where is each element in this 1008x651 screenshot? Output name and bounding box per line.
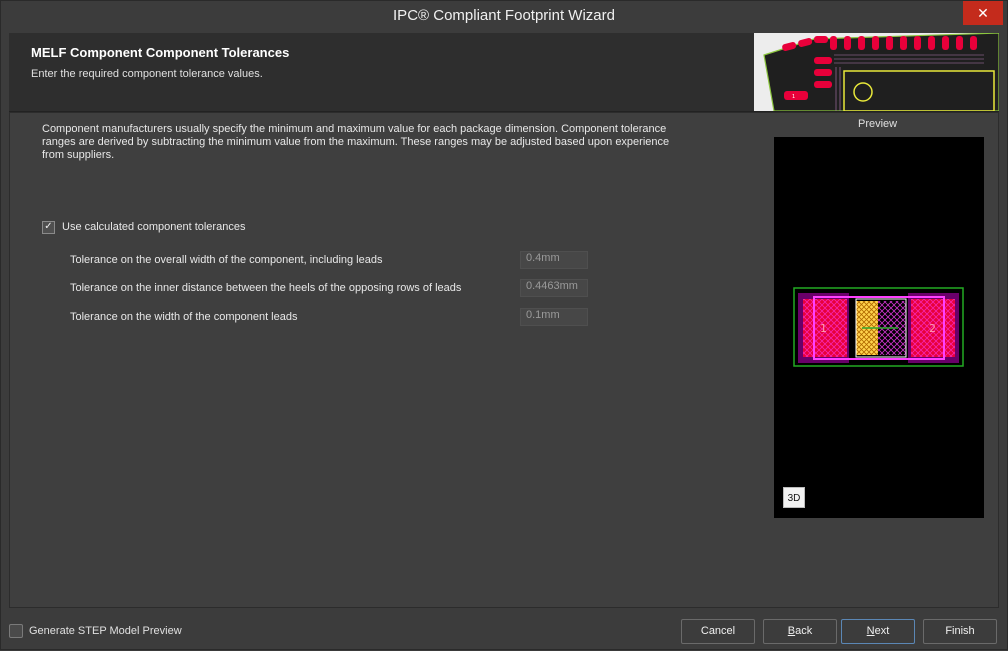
use-calculated-label: Use calculated component tolerances: [62, 221, 246, 233]
next-mnemonic: N: [866, 625, 875, 637]
generate-step-label: Generate STEP Model Preview: [29, 625, 182, 637]
back-mnemonic: B: [787, 625, 796, 637]
heel-distance-tolerance-value: 0.4463mm: [526, 280, 578, 292]
generate-step-checkbox[interactable]: [9, 624, 23, 638]
overall-width-tolerance-value: 0.4mm: [526, 252, 560, 264]
heel-distance-tolerance-label: Tolerance on the inner distance between …: [70, 282, 462, 294]
description-text: Component manufacturers usually specify …: [42, 123, 670, 161]
preview-label: Preview: [858, 118, 898, 130]
use-calculated-checkbox[interactable]: ✓: [42, 220, 55, 234]
footprint-preview-canvas: 1 2: [793, 287, 964, 367]
lead-width-tolerance-value: 0.1mm: [526, 309, 560, 321]
heel-distance-tolerance-input[interactable]: 0.4463mm: [520, 279, 588, 297]
finish-button[interactable]: Finish: [923, 619, 997, 644]
pad-2-label: 2: [929, 322, 936, 335]
view-3d-button[interactable]: 3D: [783, 487, 805, 508]
content-panel: Component manufacturers usually specify …: [9, 112, 999, 608]
lead-width-tolerance-input[interactable]: 0.1mm: [520, 308, 588, 326]
overall-width-tolerance-row: Tolerance on the overall width of the co…: [70, 251, 590, 271]
next-label-rest: ext: [874, 625, 890, 637]
wizard-header: MELF Component Component Tolerances Ente…: [9, 33, 999, 112]
header-art-pin-label: 1: [792, 94, 795, 100]
close-icon: ✕: [977, 5, 989, 21]
use-calculated-row[interactable]: ✓ Use calculated component tolerances: [42, 219, 245, 235]
overall-width-tolerance-input[interactable]: 0.4mm: [520, 251, 588, 269]
cancel-button[interactable]: Cancel: [681, 619, 755, 644]
title-bar: IPC® Compliant Footprint Wizard ✕: [1, 1, 1007, 31]
header-pcb-illustration: 1: [754, 33, 999, 111]
wizard-footer: Generate STEP Model Preview Cancel Back …: [1, 611, 1007, 651]
pad-1-label: 1: [820, 322, 827, 335]
overall-width-tolerance-label: Tolerance on the overall width of the co…: [70, 254, 383, 266]
footprint-preview[interactable]: 1 2 3D: [774, 137, 984, 518]
page-subtitle: Enter the required component tolerance v…: [31, 68, 263, 80]
checkmark-icon: ✓: [44, 221, 53, 232]
back-label-rest: ack: [795, 625, 813, 637]
wizard-window: IPC® Compliant Footprint Wizard ✕ MELF C…: [0, 0, 1008, 650]
next-button[interactable]: Next: [841, 619, 915, 644]
page-title: MELF Component Component Tolerances: [31, 45, 290, 60]
close-button[interactable]: ✕: [963, 1, 1003, 25]
lead-width-tolerance-label: Tolerance on the width of the component …: [70, 311, 298, 323]
generate-step-row[interactable]: Generate STEP Model Preview: [9, 624, 182, 638]
lead-width-tolerance-row: Tolerance on the width of the component …: [70, 308, 590, 328]
pcb-board-graphic: 1: [763, 33, 999, 111]
back-button[interactable]: Back: [763, 619, 837, 644]
window-title: IPC® Compliant Footprint Wizard: [393, 7, 615, 24]
heel-distance-tolerance-row: Tolerance on the inner distance between …: [70, 279, 590, 299]
